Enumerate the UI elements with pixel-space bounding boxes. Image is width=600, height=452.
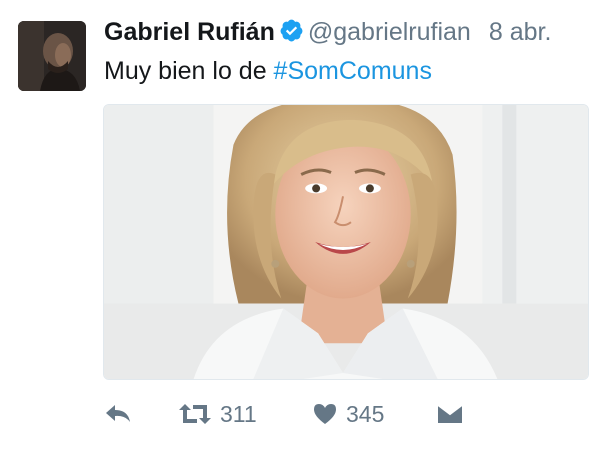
retweet-icon [178, 402, 212, 426]
tweet-text-body: Muy bien lo de [104, 57, 274, 85]
author-handle[interactable]: @gabrielrufian [308, 18, 471, 46]
retweet-count: 311 [220, 400, 257, 427]
envelope-icon [437, 403, 463, 425]
author-name[interactable]: Gabriel Rufián [104, 18, 275, 46]
avatar-image [18, 21, 86, 91]
author-avatar[interactable] [18, 21, 86, 91]
verified-badge-icon [279, 18, 304, 43]
tweet-photo[interactable] [103, 104, 589, 380]
tweet-text: Muy bien lo de #SomComuns [104, 57, 432, 86]
tweet-date[interactable]: 8 abr. [489, 18, 552, 46]
like-button[interactable]: 345 [312, 394, 384, 434]
hashtag-link[interactable]: #SomComuns [274, 57, 432, 85]
like-count: 345 [346, 400, 385, 427]
heart-icon [312, 402, 338, 426]
tweet-header: Gabriel Rufián @gabrielrufian 8 abr. [104, 18, 594, 54]
reply-icon [104, 402, 132, 426]
direct-message-button[interactable] [437, 394, 463, 434]
portrait-photo [104, 105, 588, 379]
tweet-actions: 311 345 [0, 394, 600, 434]
retweet-button[interactable]: 311 [178, 394, 257, 434]
reply-button[interactable] [104, 394, 132, 434]
